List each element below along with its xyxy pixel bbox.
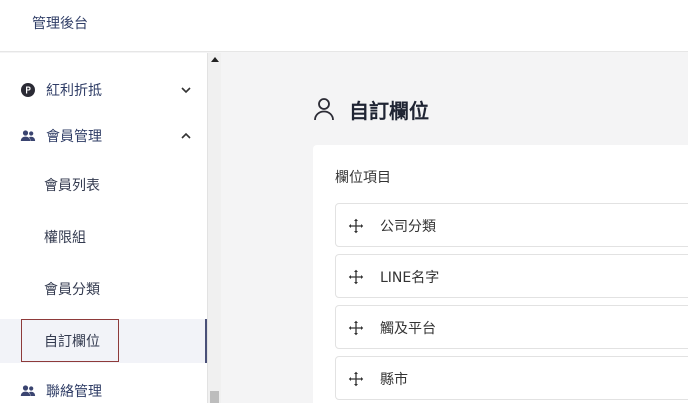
field-row[interactable]: 公司分類 — [335, 203, 688, 247]
field-name: 公司分類 — [380, 219, 436, 235]
field-row[interactable]: LINE名字 — [335, 254, 688, 298]
drag-move-icon[interactable] — [348, 371, 364, 387]
sidebar-item-label: 會員管理 — [46, 129, 102, 145]
drag-move-icon[interactable] — [348, 269, 364, 285]
fields-card: 欄位項目 公司分類 LINE名字 觸及平台 縣市 — [313, 145, 688, 403]
points-p-icon — [21, 83, 35, 97]
sidebar-scrollbar[interactable] — [207, 53, 221, 403]
page-title: 自訂欄位 — [349, 99, 429, 123]
field-row[interactable]: 縣市 — [335, 356, 688, 400]
sidebar-item-partial[interactable] — [18, 53, 128, 57]
users-icon — [20, 130, 36, 141]
drag-move-icon[interactable] — [348, 218, 364, 234]
field-name: 縣市 — [380, 372, 408, 388]
sidebar-subitem-permission-group[interactable]: 權限組 — [0, 215, 207, 259]
chevron-down-icon[interactable] — [180, 84, 192, 96]
users-icon — [20, 385, 36, 396]
sidebar-item-label: 聯絡管理 — [46, 384, 102, 400]
drag-move-icon[interactable] — [348, 320, 364, 336]
sidebar-subitem-label: 會員分類 — [44, 282, 100, 298]
main-content: 自訂欄位 欄位項目 公司分類 LINE名字 觸及平台 縣市 — [221, 53, 688, 403]
sidebar-item-label: 紅利折抵 — [46, 83, 102, 99]
sidebar-subitem-label: 權限組 — [44, 230, 86, 246]
sidebar-subitem-member-category[interactable]: 會員分類 — [0, 267, 207, 311]
sidebar-subitem-label: 自訂欄位 — [44, 334, 100, 350]
card-title: 欄位項目 — [335, 170, 391, 186]
user-icon — [314, 98, 334, 121]
sidebar: 紅利折抵 會員管理 會員列表 權限組 會員分類 自訂欄位 聯絡管理 — [0, 53, 207, 403]
sidebar-item-bonus[interactable]: 紅利折抵 — [0, 70, 207, 110]
scroll-up-arrow-icon[interactable] — [211, 57, 219, 62]
sidebar-item-members[interactable]: 會員管理 — [0, 116, 207, 156]
scrollbar-thumb[interactable] — [210, 391, 219, 403]
chevron-up-icon[interactable] — [180, 130, 192, 142]
sidebar-subitem-member-list[interactable]: 會員列表 — [0, 163, 207, 207]
sidebar-item-contacts[interactable]: 聯絡管理 — [0, 371, 207, 403]
app-title[interactable]: 管理後台 — [32, 13, 88, 33]
field-name: 觸及平台 — [380, 321, 436, 337]
sidebar-subitem-label: 會員列表 — [44, 178, 100, 194]
field-row[interactable]: 觸及平台 — [335, 305, 688, 349]
field-name: LINE名字 — [380, 270, 440, 286]
sidebar-subitem-custom-fields[interactable]: 自訂欄位 — [0, 319, 207, 363]
top-bar: 管理後台 — [0, 0, 688, 52]
